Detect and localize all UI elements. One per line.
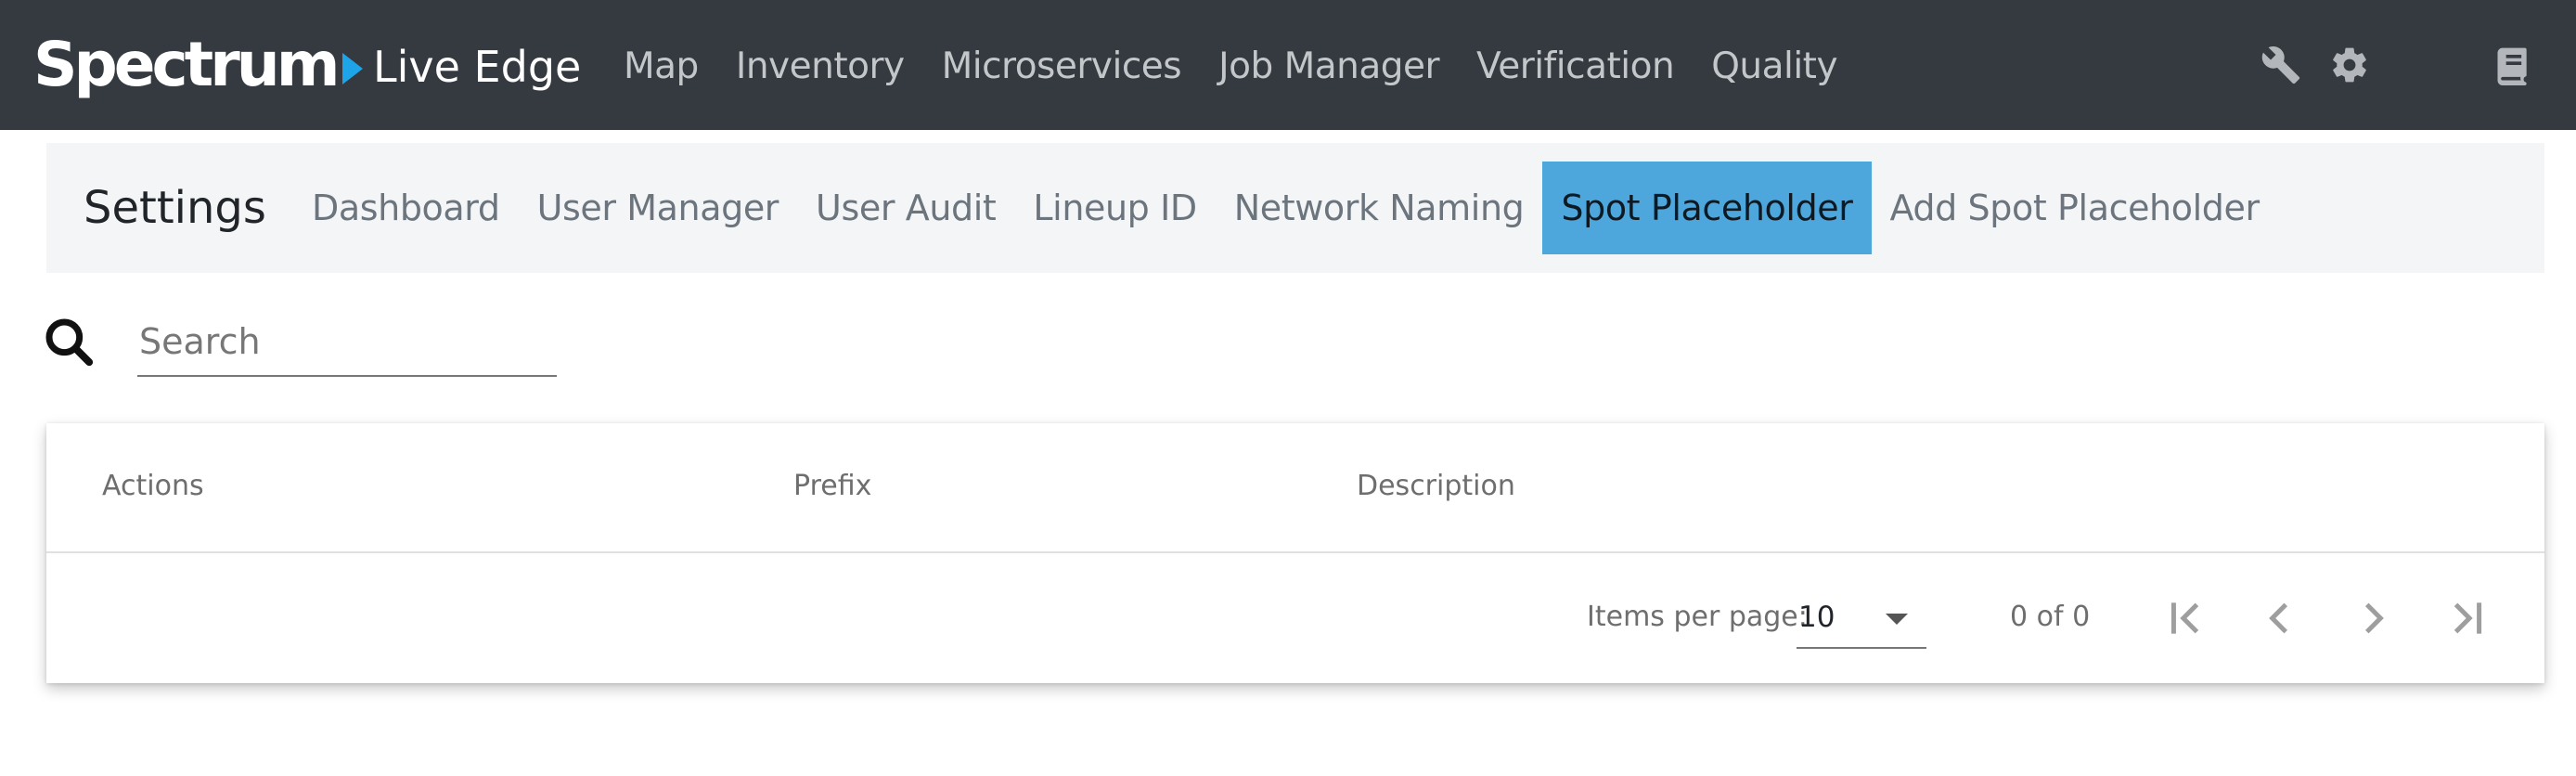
- spot-placeholder-table: Actions Prefix Description Items per pag…: [46, 423, 2544, 683]
- tab-user-manager[interactable]: User Manager: [519, 162, 797, 254]
- brand-name: Spectrum: [33, 29, 341, 100]
- tab-spot-placeholder[interactable]: Spot Placeholder: [1542, 162, 1872, 254]
- brand-logo[interactable]: Spectrum: [33, 28, 363, 102]
- column-header-prefix[interactable]: Prefix: [793, 470, 871, 502]
- tab-add-spot-placeholder[interactable]: Add Spot Placeholder: [1872, 162, 2278, 254]
- previous-page-icon[interactable]: [2257, 595, 2303, 641]
- tab-user-audit[interactable]: User Audit: [797, 162, 1014, 254]
- tab-dashboard[interactable]: Dashboard: [293, 162, 519, 254]
- next-page-icon[interactable]: [2350, 595, 2396, 641]
- table-header-row: Actions Prefix Description: [46, 423, 2544, 553]
- nav-item-verification[interactable]: Verification: [1476, 37, 1675, 97]
- search-input[interactable]: [137, 308, 557, 377]
- search-icon: [45, 318, 94, 367]
- tab-network-naming[interactable]: Network Naming: [1216, 162, 1543, 254]
- top-navbar: Spectrum Live Edge Map Inventory Microse…: [0, 0, 2576, 130]
- settings-title: Settings: [84, 182, 266, 234]
- brand-arrow-icon: [341, 53, 363, 84]
- gear-icon[interactable]: [2329, 45, 2370, 85]
- settings-nav: Settings Dashboard User Manager User Aud…: [46, 143, 2544, 273]
- paginator: Items per page: 10 0 of 0: [46, 554, 2544, 683]
- wrench-icon[interactable]: [2260, 45, 2301, 85]
- tab-lineup-id[interactable]: Lineup ID: [1014, 162, 1215, 254]
- settings-tabs: Dashboard User Manager User Audit Lineup…: [293, 162, 2278, 254]
- book-icon[interactable]: [2492, 45, 2533, 85]
- items-per-page-value: 10: [1798, 601, 1835, 634]
- nav-item-microservices[interactable]: Microservices: [942, 37, 1182, 97]
- last-page-icon[interactable]: [2442, 595, 2489, 641]
- caret-down-icon: [1886, 614, 1908, 625]
- first-page-icon[interactable]: [2164, 595, 2210, 641]
- column-header-actions[interactable]: Actions: [102, 470, 204, 502]
- nav-item-map[interactable]: Map: [624, 37, 699, 97]
- nav-item-inventory[interactable]: Inventory: [736, 37, 905, 97]
- nav-item-quality[interactable]: Quality: [1711, 37, 1837, 97]
- nav-item-job-manager[interactable]: Job Manager: [1218, 37, 1439, 97]
- main-nav: Map Inventory Microservices Job Manager …: [624, 37, 1874, 97]
- page-range-label: 0 of 0: [2010, 601, 2091, 633]
- app-title[interactable]: Live Edge: [373, 37, 581, 97]
- items-per-page-select[interactable]: 10: [1797, 584, 1926, 649]
- column-header-description[interactable]: Description: [1357, 470, 1515, 502]
- items-per-page-label: Items per page:: [1587, 601, 1808, 633]
